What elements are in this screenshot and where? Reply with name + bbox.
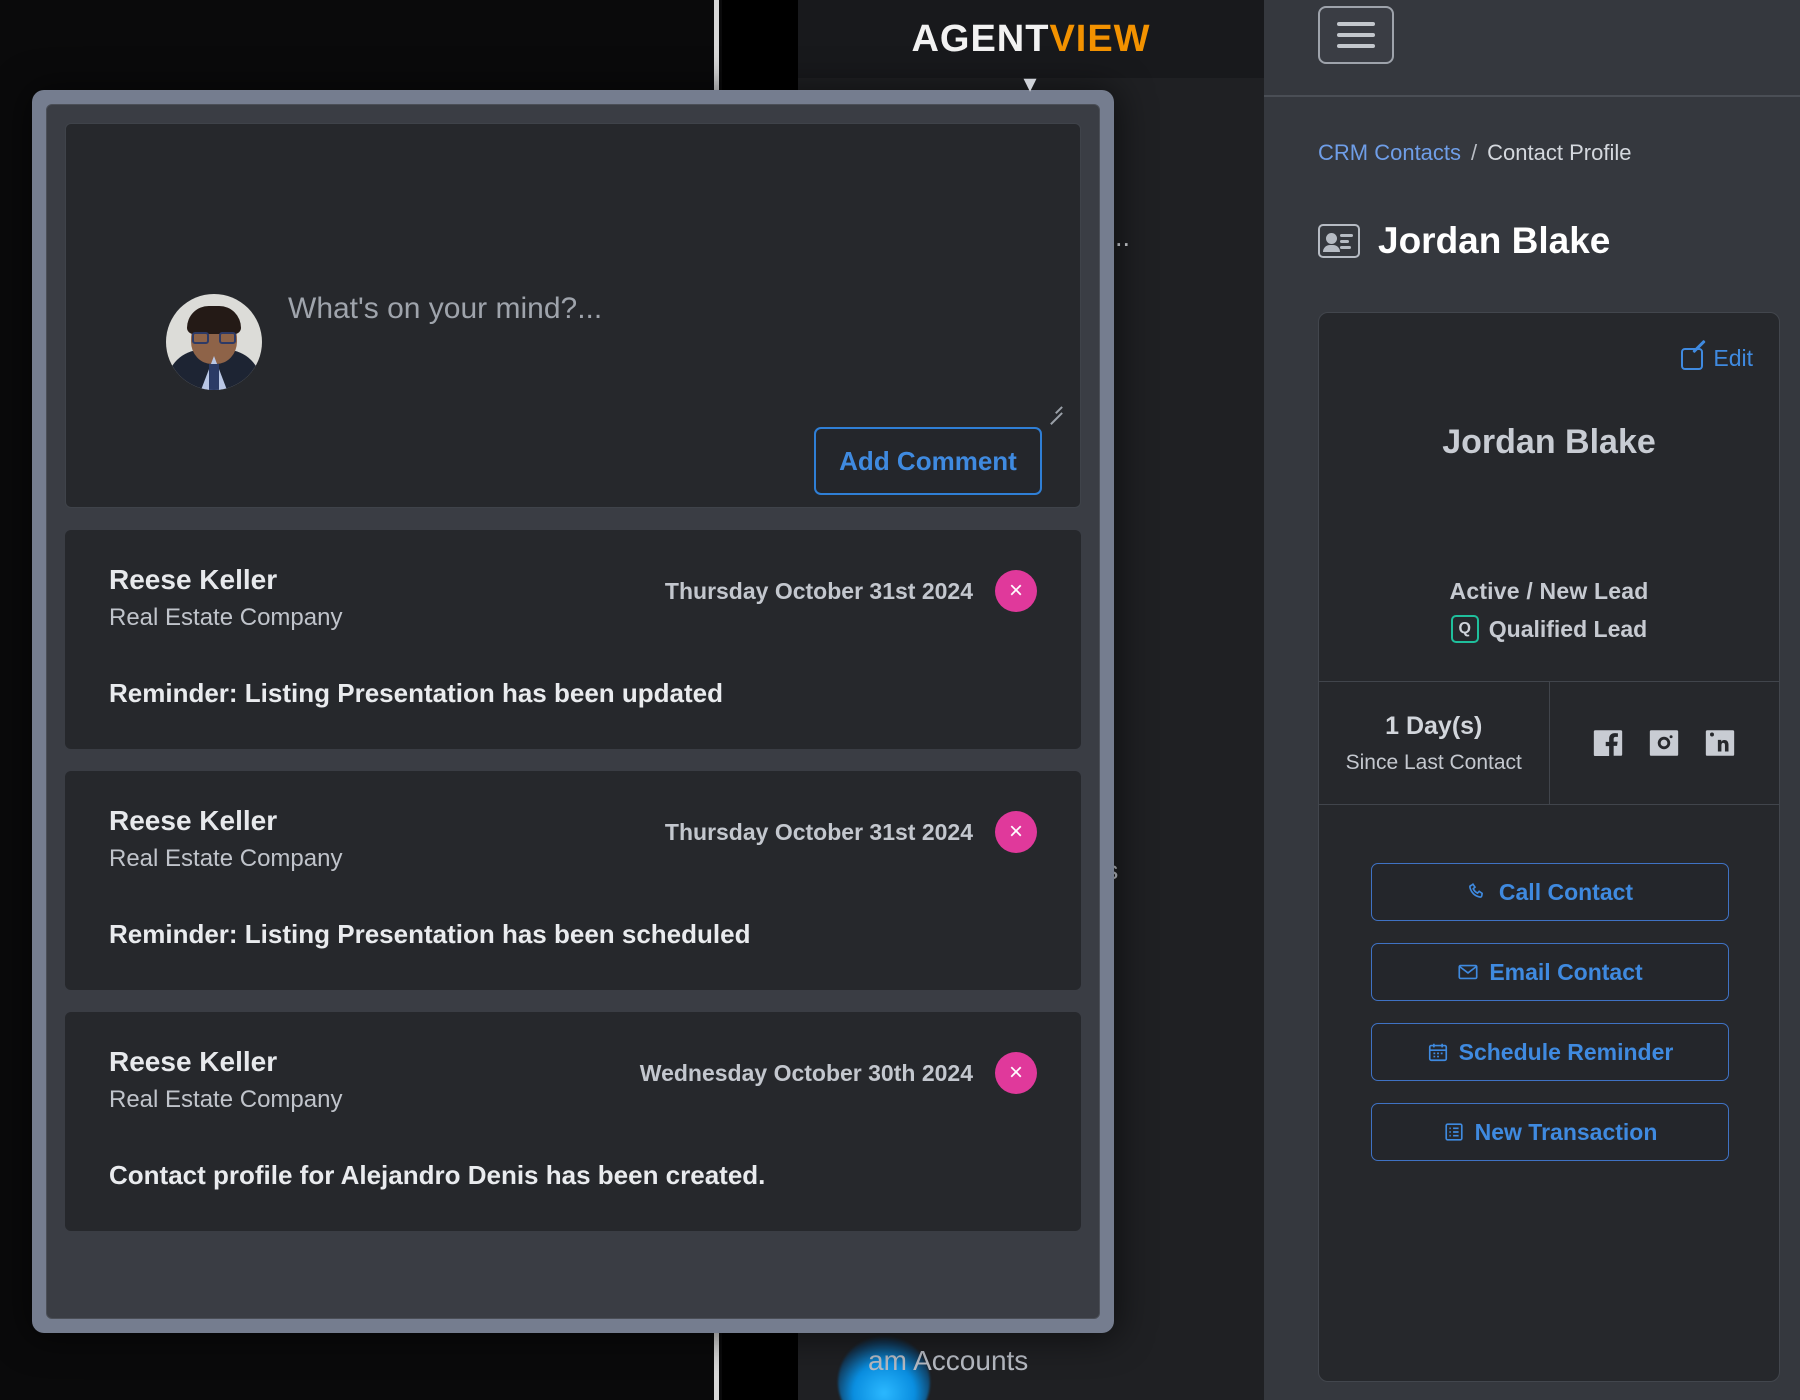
calendar-icon — [1427, 1041, 1449, 1063]
contact-name: Jordan Blake — [1319, 423, 1779, 462]
new-transaction-button[interactable]: New Transaction — [1371, 1103, 1729, 1161]
days-since-value: 1 Day(s) — [1385, 712, 1482, 741]
call-contact-button[interactable]: Call Contact — [1371, 863, 1729, 921]
menu-bar — [1337, 33, 1375, 37]
id-card-lines — [1340, 234, 1353, 252]
breadcrumb-link-crm-contacts[interactable]: CRM Contacts — [1318, 140, 1461, 165]
logo-text-view: VIEW — [1049, 18, 1150, 61]
social-links — [1550, 682, 1780, 804]
comment-meta: Thursday October 31st 2024 × — [665, 564, 1037, 612]
contact-meta-row: 1 Day(s) Since Last Contact — [1319, 682, 1779, 804]
edit-label: Edit — [1713, 345, 1753, 372]
comment-input-placeholder[interactable]: What's on your mind?... — [288, 292, 602, 326]
comment-author: Reese Keller — [109, 805, 665, 837]
schedule-reminder-button[interactable]: Schedule Reminder — [1371, 1023, 1729, 1081]
sidebar-divider — [1264, 95, 1800, 97]
logo-text-agent: AGENT — [911, 18, 1049, 61]
menu-bar — [1337, 22, 1375, 26]
linkedin-icon[interactable] — [1703, 726, 1737, 760]
edit-button[interactable]: Edit — [1681, 345, 1753, 372]
avatar — [166, 294, 262, 390]
days-since-label: Since Last Contact — [1346, 751, 1522, 775]
comment-body: Contact profile for Alejandro Denis has … — [109, 1160, 1037, 1191]
comment-header: Reese Keller Real Estate Company Wednesd… — [109, 1046, 1037, 1114]
comment-item: Reese Keller Real Estate Company Wednesd… — [65, 1012, 1081, 1231]
status-badge-qualified: Q Qualified Lead — [1451, 615, 1647, 643]
comment-header: Reese Keller Real Estate Company Thursda… — [109, 805, 1037, 873]
chevron-down-icon[interactable]: ▾ — [1008, 68, 1052, 98]
close-icon[interactable]: × — [995, 570, 1037, 612]
menu-icon[interactable] — [1318, 6, 1394, 64]
comment-meta: Thursday October 31st 2024 × — [665, 805, 1037, 853]
id-card-icon — [1318, 224, 1360, 258]
contact-actions: Call Contact Email Contact Schedule Remi… — [1371, 863, 1729, 1161]
comment-author-block: Reese Keller Real Estate Company — [109, 805, 665, 873]
breadcrumb: CRM Contacts / Contact Profile — [1318, 140, 1631, 166]
comment-author-block: Reese Keller Real Estate Company — [109, 564, 665, 632]
add-comment-button[interactable]: Add Comment — [814, 427, 1042, 495]
schedule-reminder-label: Schedule Reminder — [1459, 1039, 1674, 1066]
comment-item: Reese Keller Real Estate Company Thursda… — [65, 771, 1081, 990]
status-badge-primary: Active / New Lead — [1319, 578, 1779, 605]
background-topbar: AGENTVIEW — [798, 0, 1264, 78]
contact-status-block: Active / New Lead Q Qualified Lead — [1319, 578, 1779, 643]
new-transaction-label: New Transaction — [1475, 1119, 1658, 1146]
textarea-resize-handle[interactable] — [1042, 399, 1062, 419]
close-icon[interactable]: × — [995, 1052, 1037, 1094]
menu-bar — [1337, 44, 1375, 48]
comment-author: Reese Keller — [109, 564, 665, 596]
envelope-icon — [1457, 961, 1479, 983]
background-text-team-accounts: am Accounts — [868, 1345, 1028, 1377]
email-contact-label: Email Contact — [1489, 959, 1642, 986]
email-contact-button[interactable]: Email Contact — [1371, 943, 1729, 1001]
comment-header: Reese Keller Real Estate Company Thursda… — [109, 564, 1037, 632]
comment-author-block: Reese Keller Real Estate Company — [109, 1046, 640, 1114]
app-logo: AGENTVIEW — [798, 0, 1264, 78]
phone-icon — [1467, 881, 1489, 903]
breadcrumb-separator: / — [1471, 140, 1477, 165]
call-contact-label: Call Contact — [1499, 879, 1633, 906]
page-title: Jordan Blake — [1378, 220, 1610, 262]
comment-author: Reese Keller — [109, 1046, 640, 1078]
comment-organization: Real Estate Company — [109, 1086, 640, 1114]
breadcrumb-current: Contact Profile — [1487, 140, 1631, 165]
comments-modal: What's on your mind?... Add Comment Rees… — [32, 90, 1114, 1333]
comment-meta: Wednesday October 30th 2024 × — [640, 1046, 1037, 1094]
close-icon[interactable]: × — [995, 811, 1037, 853]
comment-date: Thursday October 31st 2024 — [665, 819, 973, 846]
comment-body: Reminder: Listing Presentation has been … — [109, 678, 1037, 709]
comment-organization: Real Estate Company — [109, 845, 665, 873]
comment-body: Reminder: Listing Presentation has been … — [109, 919, 1037, 950]
qualified-label: Qualified Lead — [1489, 616, 1647, 643]
last-contact-block: 1 Day(s) Since Last Contact — [1319, 682, 1550, 804]
pencil-icon — [1681, 348, 1703, 370]
qualified-q-icon: Q — [1451, 615, 1479, 643]
comment-item: Reese Keller Real Estate Company Thursda… — [65, 530, 1081, 749]
instagram-icon[interactable] — [1647, 726, 1681, 760]
facebook-icon[interactable] — [1591, 726, 1625, 760]
page-title-row: Jordan Blake — [1318, 220, 1610, 262]
comment-date: Thursday October 31st 2024 — [665, 578, 973, 605]
comment-organization: Real Estate Company — [109, 604, 665, 632]
contact-detail-card: Edit Jordan Blake Active / New Lead Q Qu… — [1318, 312, 1780, 1382]
list-icon — [1443, 1121, 1465, 1143]
card-divider-bottom — [1319, 804, 1779, 805]
comments-modal-body: What's on your mind?... Add Comment Rees… — [46, 104, 1100, 1319]
comment-date: Wednesday October 30th 2024 — [640, 1060, 973, 1087]
comment-composer[interactable]: What's on your mind?... Add Comment — [65, 123, 1081, 508]
